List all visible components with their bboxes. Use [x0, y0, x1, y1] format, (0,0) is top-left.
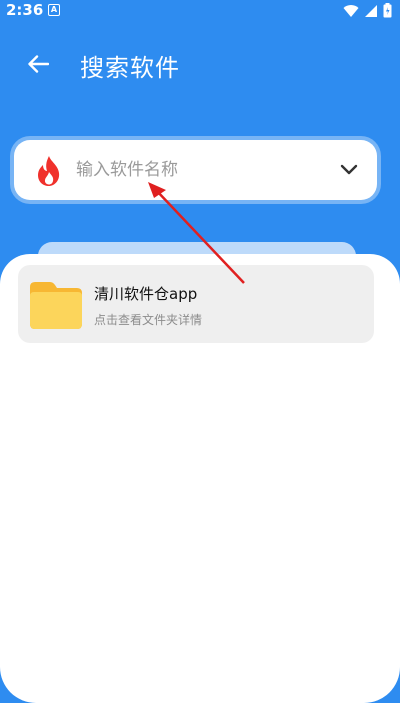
- search-input[interactable]: [76, 152, 326, 188]
- fire-icon: [38, 156, 60, 186]
- item-title: 清川软件仓app: [94, 285, 198, 303]
- status-bar: 2:36 A: [0, 0, 400, 22]
- battery-icon: [383, 3, 392, 18]
- list-item[interactable]: 清川软件仓app 点击查看文件夹详情: [18, 265, 374, 343]
- search-box[interactable]: [14, 140, 377, 200]
- signal-icon: [365, 4, 377, 17]
- folder-icon: [30, 282, 82, 329]
- wifi-icon: [343, 4, 359, 17]
- status-time: 2:36: [6, 1, 44, 19]
- chevron-down-icon[interactable]: [339, 160, 359, 180]
- item-subtitle: 点击查看文件夹详情: [94, 313, 203, 327]
- back-button[interactable]: [20, 46, 56, 82]
- status-indicators: [343, 3, 392, 18]
- arrow-left-icon: [28, 55, 49, 73]
- page-title: 搜索软件: [80, 54, 180, 82]
- app-bar: 搜索软件: [0, 40, 400, 88]
- notification-icon: A: [48, 4, 60, 16]
